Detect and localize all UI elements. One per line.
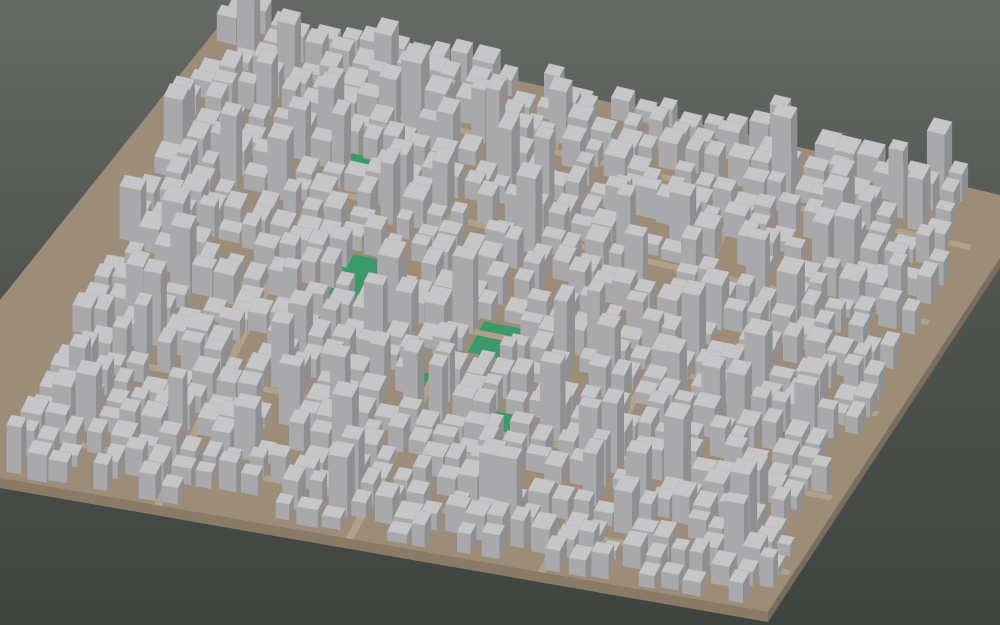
building-face <box>617 390 624 474</box>
building-face <box>452 255 474 333</box>
building-face <box>709 425 725 459</box>
building-face <box>591 551 609 580</box>
building-face <box>481 532 500 559</box>
building-face <box>917 274 931 305</box>
building-face <box>915 233 930 265</box>
building-face <box>549 129 555 214</box>
building-face <box>157 341 171 372</box>
building-face <box>658 140 678 172</box>
building-face <box>442 355 448 421</box>
building-face <box>683 405 691 490</box>
building-face <box>240 472 259 496</box>
building-face <box>236 105 243 188</box>
building-face <box>87 430 102 455</box>
building-face <box>812 221 829 266</box>
building-face <box>907 176 923 232</box>
city-model-viewport[interactable] <box>0 0 1000 625</box>
building-face <box>878 298 897 330</box>
building-face <box>552 259 569 282</box>
building-face <box>473 249 479 333</box>
building-face <box>622 543 641 570</box>
building-face <box>72 304 92 336</box>
building-face <box>138 472 156 502</box>
building-face <box>902 308 915 335</box>
building-face <box>27 452 47 483</box>
building-face <box>811 464 827 494</box>
building-face <box>436 476 456 498</box>
building-face <box>759 555 774 588</box>
building-face <box>236 0 255 54</box>
building-face <box>457 532 471 555</box>
building-face <box>218 459 237 493</box>
building-face <box>560 354 566 443</box>
building-face <box>300 260 316 285</box>
building-face <box>635 184 657 220</box>
building-face <box>48 459 68 484</box>
building-face <box>486 87 500 168</box>
building-face <box>275 502 290 521</box>
building-face <box>241 223 256 251</box>
building-face <box>411 523 425 548</box>
building-face <box>688 517 707 541</box>
building-face <box>195 469 212 489</box>
building-face <box>903 142 909 219</box>
building-face <box>192 264 213 298</box>
building-face <box>220 113 237 188</box>
building-face <box>605 431 611 488</box>
building-face <box>380 161 394 226</box>
building-face <box>112 326 127 358</box>
building-face <box>161 485 178 505</box>
building-face <box>351 500 366 519</box>
city-model-canvas <box>0 0 1000 622</box>
building-face <box>783 334 798 364</box>
building-face <box>845 415 858 435</box>
building-face <box>568 557 586 577</box>
building-face <box>93 462 108 491</box>
building-face <box>626 299 643 330</box>
building-face <box>289 421 304 452</box>
building-face <box>6 424 22 475</box>
building-face <box>535 165 543 255</box>
building-face <box>216 14 236 46</box>
building-face <box>711 563 730 587</box>
building-face <box>510 518 524 549</box>
building-face <box>728 580 743 604</box>
building-face <box>762 420 777 450</box>
building-face <box>614 489 633 535</box>
building-face <box>545 548 560 573</box>
building-face <box>363 136 378 162</box>
building-face <box>478 301 492 321</box>
building-face <box>672 494 690 525</box>
building-face <box>791 107 798 198</box>
building-face <box>182 369 188 447</box>
building-face <box>375 494 393 525</box>
building-face <box>119 186 141 244</box>
building-face <box>723 307 743 333</box>
